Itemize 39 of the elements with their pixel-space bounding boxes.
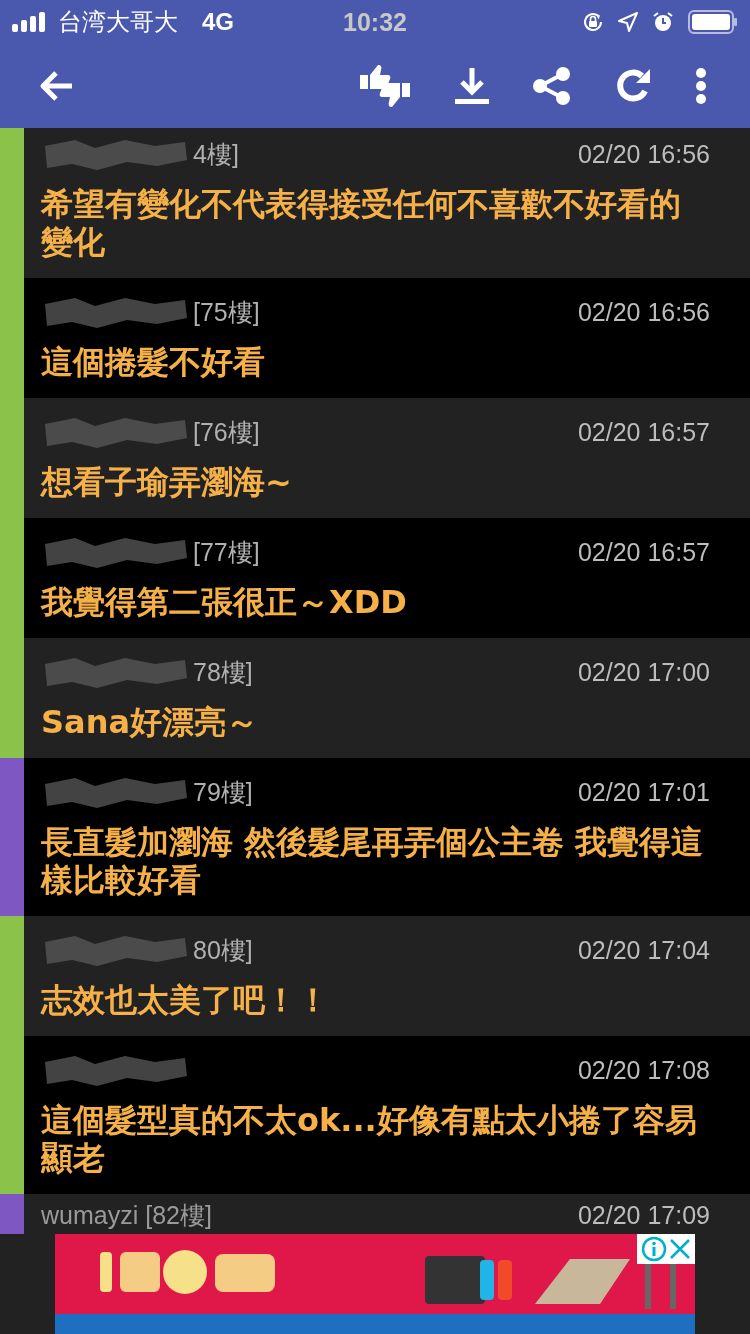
floor-label: 4樓] xyxy=(193,138,239,170)
comment-row[interactable]: [77樓] 02/20 16:57 我覺得第二張很正～XDD xyxy=(0,518,750,638)
clock: 10:32 xyxy=(343,7,407,37)
timestamp: 02/20 16:57 xyxy=(577,537,710,567)
carrier-name: 台湾大哥大 xyxy=(58,7,178,37)
floor-label: [76樓] xyxy=(193,416,260,448)
rotation-lock-icon xyxy=(582,11,604,33)
timestamp: 02/20 16:56 xyxy=(577,297,710,327)
floor-label: 80樓] xyxy=(193,934,253,966)
timestamp: 02/20 17:00 xyxy=(577,657,710,687)
floor-label: 79樓] xyxy=(193,776,253,808)
comment-row[interactable]: [75樓] 02/20 16:56 這個捲髮不好看 xyxy=(0,278,750,398)
timestamp: 02/20 16:56 xyxy=(577,139,710,169)
close-icon[interactable] xyxy=(669,1238,691,1260)
comment-text: Sana好漂亮～ xyxy=(41,703,259,741)
timestamp: 02/20 17:09 xyxy=(577,1200,710,1230)
floor-label: [75樓] xyxy=(193,296,260,328)
alarm-clock-icon xyxy=(652,11,674,33)
floor-label: 78樓] xyxy=(193,656,253,688)
comment-text: 希望有變化不代表得接受任何不喜歡不好看的變化 xyxy=(41,185,682,261)
comment-row[interactable]: 02/20 17:08 這個髮型真的不太ok...好像有點太小捲了容易顯老 xyxy=(0,1036,750,1194)
timestamp: 02/20 17:08 xyxy=(577,1055,710,1085)
battery-icon xyxy=(688,10,738,34)
network-type: 4G xyxy=(202,8,234,36)
info-icon[interactable] xyxy=(641,1236,667,1262)
timestamp: 02/20 17:01 xyxy=(577,777,710,807)
comment-text: 我覺得第二張很正～XDD xyxy=(41,583,408,621)
timestamp: 02/20 16:57 xyxy=(577,417,710,447)
comment-row[interactable]: 79樓] 02/20 17:01 長直髮加瀏海 然後髮尾再弄個公主卷 我覺得這樣比較好看 xyxy=(0,758,750,916)
floor-label: [77樓] xyxy=(193,536,260,568)
floor-label: wumayzi [82樓] xyxy=(41,1199,212,1231)
signal-icon xyxy=(12,12,48,32)
comment-text: 志效也太美了吧！！ xyxy=(41,981,330,1019)
comment-text: 這個髮型真的不太ok...好像有點太小捲了容易顯老 xyxy=(41,1101,698,1177)
comment-text: 這個捲髮不好看 xyxy=(41,343,266,381)
comment-text: 想看子瑜弄瀏海~ xyxy=(41,463,293,501)
timestamp: 02/20 17:04 xyxy=(577,935,710,965)
location-arrow-icon xyxy=(618,12,638,32)
comment-text: 長直髮加瀏海 然後髮尾再弄個公主卷 我覺得這樣比較好看 xyxy=(41,823,705,899)
